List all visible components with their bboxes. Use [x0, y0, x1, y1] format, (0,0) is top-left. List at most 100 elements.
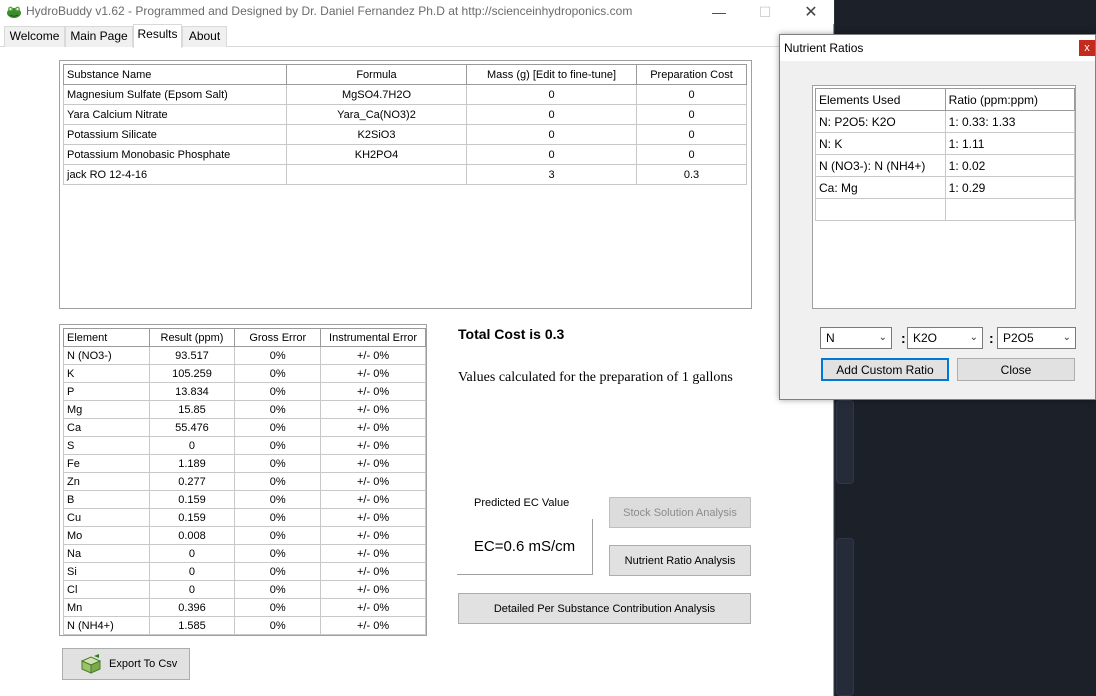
table-row[interactable]: Si 0 0% +/- 0%	[63, 562, 426, 581]
substance-name[interactable]: jack RO 12-4-16	[63, 164, 287, 185]
table-row[interactable]: N: K 1: 1.11	[815, 132, 1076, 155]
element-instrumental-error: +/- 0%	[320, 508, 426, 527]
substance-cost[interactable]: 0	[636, 124, 747, 145]
element-result: 0	[148, 544, 236, 563]
table-row[interactable]: Yara Calcium Nitrate Yara_Ca(NO3)2 0 0	[63, 104, 747, 125]
substance-cost[interactable]: 0.3	[636, 164, 747, 185]
substance-mass[interactable]: 0	[466, 124, 637, 145]
dialog-close-icon[interactable]: x	[1079, 40, 1095, 56]
table-row[interactable]: Zn 0.277 0% +/- 0%	[63, 472, 426, 491]
nutrient-ratio-analysis-button[interactable]: Nutrient Ratio Analysis	[609, 545, 751, 576]
substance-name[interactable]: Magnesium Sulfate (Epsom Salt)	[63, 84, 287, 105]
tab-about[interactable]: About	[182, 26, 227, 47]
element-result: 1.189	[148, 454, 236, 473]
column-header[interactable]: Mass (g) [Edit to fine-tune]	[466, 64, 637, 85]
minimize-button[interactable]: —	[696, 0, 742, 24]
substance-mass[interactable]: 0	[466, 104, 637, 125]
substance-mass[interactable]: 3	[466, 164, 637, 185]
substance-name[interactable]: Yara Calcium Nitrate	[63, 104, 287, 125]
column-header[interactable]: Element	[63, 328, 150, 347]
ratio-element-2-select[interactable]: K2O ⌄	[907, 327, 983, 349]
element-result: 0.159	[148, 508, 236, 527]
column-header[interactable]: Elements Used	[815, 88, 946, 111]
table-row[interactable]: Cl 0 0% +/- 0%	[63, 580, 426, 599]
substance-name[interactable]: Potassium Monobasic Phosphate	[63, 144, 287, 165]
table-row[interactable]: Potassium Silicate K2SiO3 0 0	[63, 124, 747, 145]
predicted-ec-label: Predicted EC Value	[474, 497, 570, 509]
table-row[interactable]: Mn 0.396 0% +/- 0%	[63, 598, 426, 617]
table-row[interactable]: N (NO3-) 93.517 0% +/- 0%	[63, 346, 426, 365]
column-header[interactable]: Formula	[286, 64, 467, 85]
column-header[interactable]: Gross Error	[234, 328, 322, 347]
main-window: HydroBuddy v1.62 - Programmed and Design…	[0, 0, 834, 696]
element-name: Mn	[63, 598, 150, 617]
table-row[interactable]: Fe 1.189 0% +/- 0%	[63, 454, 426, 473]
table-row[interactable]: jack RO 12-4-16 3 0.3	[63, 164, 747, 185]
tab-main-page[interactable]: Main Page	[65, 26, 133, 47]
table-row[interactable]: K 105.259 0% +/- 0%	[63, 364, 426, 383]
ratio-element-3-select[interactable]: P2O5 ⌄	[997, 327, 1076, 349]
substance-cost[interactable]: 0	[636, 84, 747, 105]
colon-separator: :	[989, 330, 994, 346]
substance-name[interactable]: Potassium Silicate	[63, 124, 287, 145]
dialog-title: Nutrient Ratios	[784, 41, 864, 55]
table-row[interactable]: Ca: Mg 1: 0.29	[815, 176, 1076, 199]
element-result: 1.585	[148, 616, 236, 635]
element-name: Mg	[63, 400, 150, 419]
substance-formula[interactable]: Yara_Ca(NO3)2	[286, 104, 467, 125]
export-to-csv-button[interactable]: Export To Csv	[62, 648, 190, 680]
substance-cost[interactable]: 0	[636, 104, 747, 125]
table-row[interactable]: S 0 0% +/- 0%	[63, 436, 426, 455]
table-row[interactable]: Mg 15.85 0% +/- 0%	[63, 400, 426, 419]
ratio-value: 1: 0.29	[944, 176, 1076, 199]
detailed-contribution-analysis-button[interactable]: Detailed Per Substance Contribution Anal…	[458, 593, 751, 624]
frog-icon	[7, 6, 21, 18]
table-row[interactable]: Ca 55.476 0% +/- 0%	[63, 418, 426, 437]
tab-welcome[interactable]: Welcome	[4, 26, 65, 47]
substance-formula[interactable]: KH2PO4	[286, 144, 467, 165]
substances-table-panel[interactable]: Substance Name Formula Mass (g) [Edit to…	[59, 60, 752, 309]
ratio-element-1-select[interactable]: N ⌄	[820, 327, 892, 349]
tab-results[interactable]: Results	[133, 24, 182, 48]
close-button[interactable]: ✕	[788, 0, 834, 24]
table-row[interactable]	[815, 198, 1076, 221]
element-result: 0	[148, 436, 236, 455]
column-header[interactable]: Substance Name	[63, 64, 287, 85]
substance-mass[interactable]: 0	[466, 144, 637, 165]
column-header[interactable]: Ratio (ppm:ppm)	[944, 88, 1076, 111]
maximize-button[interactable]: ☐	[742, 0, 788, 24]
tab-bar: Welcome Main Page Results About	[0, 24, 834, 48]
table-row[interactable]: Na 0 0% +/- 0%	[63, 544, 426, 563]
table-row[interactable]: N: P2O5: K2O 1: 0.33: 1.33	[815, 110, 1076, 133]
chevron-down-icon: ⌄	[878, 332, 887, 343]
element-name: N (NH4+)	[63, 616, 150, 635]
column-header[interactable]: Instrumental Error	[320, 328, 426, 347]
table-row[interactable]: N (NH4+) 1.585 0% +/- 0%	[63, 616, 426, 635]
column-header[interactable]: Result (ppm)	[148, 328, 236, 347]
table-row[interactable]: Magnesium Sulfate (Epsom Salt) MgSO4.7H2…	[63, 84, 747, 105]
ratios-table-panel[interactable]: Elements Used Ratio (ppm:ppm) N: P2O5: K…	[812, 85, 1076, 309]
substance-cost[interactable]: 0	[636, 144, 747, 165]
element-name: Cu	[63, 508, 150, 527]
table-row[interactable]: P 13.834 0% +/- 0%	[63, 382, 426, 401]
column-header[interactable]: Preparation Cost	[636, 64, 747, 85]
total-cost-label: Total Cost is 0.3	[458, 326, 565, 342]
elements-table-panel[interactable]: Element Result (ppm) Gross Error Instrum…	[59, 324, 427, 636]
substance-mass[interactable]: 0	[466, 84, 637, 105]
table-row[interactable]: B 0.159 0% +/- 0%	[63, 490, 426, 509]
table-row[interactable]: Potassium Monobasic Phosphate KH2PO4 0 0	[63, 144, 747, 165]
element-name: Zn	[63, 472, 150, 491]
element-name: Mo	[63, 526, 150, 545]
table-row[interactable]: Cu 0.159 0% +/- 0%	[63, 508, 426, 527]
nutrient-ratios-dialog: Nutrient Ratios x Elements Used Ratio (p…	[779, 34, 1096, 400]
chevron-down-icon: ⌄	[1062, 332, 1071, 343]
substance-formula[interactable]	[286, 164, 467, 185]
dialog-close-button[interactable]: Close	[957, 358, 1075, 381]
substance-formula[interactable]: MgSO4.7H2O	[286, 84, 467, 105]
table-row[interactable]: Mo 0.008 0% +/- 0%	[63, 526, 426, 545]
stock-solution-analysis-button[interactable]: Stock Solution Analysis	[609, 497, 751, 528]
substance-formula[interactable]: K2SiO3	[286, 124, 467, 145]
add-custom-ratio-button[interactable]: Add Custom Ratio	[821, 358, 949, 381]
element-instrumental-error: +/- 0%	[320, 562, 426, 581]
table-row[interactable]: N (NO3-): N (NH4+) 1: 0.02	[815, 154, 1076, 177]
